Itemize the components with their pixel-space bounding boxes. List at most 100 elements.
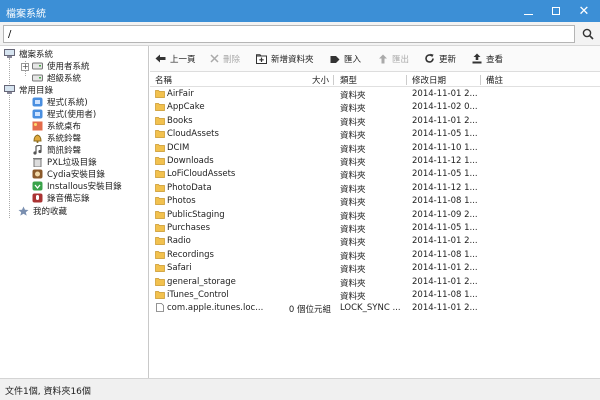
- folder-icon: [155, 183, 165, 192]
- file-date: 2014-11-02 0...: [412, 102, 478, 113]
- file-date: 2014-11-01 2...: [412, 115, 478, 126]
- column-type-header[interactable]: 類型: [340, 74, 357, 86]
- view-button[interactable]: 查看: [472, 52, 503, 65]
- file-date: 2014-11-12 1...: [412, 156, 478, 166]
- toolbar: 上一頁 刪除 新增資料夾 匯入 匯出 更新 查看: [150, 46, 600, 71]
- maximize-button[interactable]: [542, 0, 570, 22]
- tree-item-ringtones[interactable]: 系統鈴聲: [32, 132, 81, 144]
- bell-icon: [33, 134, 42, 143]
- file-row[interactable]: PublicStaging 資料夾 2014-11-09 2...: [150, 208, 600, 222]
- music-note-icon: [33, 145, 42, 155]
- file-row[interactable]: DCIM 資料夾 2014-11-10 1...: [150, 141, 600, 155]
- file-row[interactable]: LoFiCloudAssets 資料夾 2014-11-05 1...: [150, 167, 600, 181]
- folder-icon: [155, 157, 165, 165]
- file-row[interactable]: AirFair 資料夾 2014-11-01 2...: [150, 87, 600, 101]
- close-icon: ✕: [578, 3, 590, 19]
- file-date: 2014-11-05 1...: [412, 169, 478, 180]
- search-icon: [582, 28, 594, 40]
- tree-item-system-apps[interactable]: 程式(系統): [32, 96, 88, 108]
- status-bar: 文件1個, 資料夾16個: [0, 378, 600, 400]
- file-row[interactable]: general_storage 資料夾 2014-11-01 2...: [150, 275, 600, 289]
- file-name: Radio: [167, 236, 191, 247]
- import-button[interactable]: 匯入: [330, 52, 361, 65]
- new-folder-icon: [256, 53, 267, 64]
- file-type: 資料夾: [340, 117, 366, 128]
- file-name: Photos: [167, 196, 196, 207]
- column-name-header[interactable]: 名稱: [155, 74, 172, 86]
- file-name: LoFiCloudAssets: [167, 169, 236, 180]
- computer-icon: [4, 85, 15, 94]
- tree-item-user-apps[interactable]: 程式(使用者): [32, 108, 96, 120]
- file-name: AppCake: [167, 102, 205, 113]
- export-button[interactable]: 匯出: [378, 52, 409, 65]
- file-row[interactable]: Photos 資料夾 2014-11-08 1...: [150, 194, 600, 208]
- new-folder-button[interactable]: 新增資料夾: [256, 52, 314, 65]
- file-row[interactable]: com.apple.itunes.loc... 0 個位元組 LOCK_SYNC .…: [150, 301, 600, 316]
- tree-item-common-folders[interactable]: 常用目錄: [4, 84, 53, 96]
- close-button[interactable]: ✕: [570, 0, 598, 22]
- column-separator[interactable]: [480, 75, 481, 85]
- file-date: 2014-11-05 1...: [412, 129, 478, 140]
- file-row[interactable]: PhotoData 資料夾 2014-11-12 1...: [150, 181, 600, 195]
- file-row[interactable]: Recordings 資料夾 2014-11-08 1...: [150, 248, 600, 262]
- tree-label: 錄音備忘錄: [47, 194, 90, 204]
- back-button[interactable]: 上一頁: [155, 52, 196, 65]
- installous-icon: [32, 181, 43, 191]
- file-row[interactable]: Safari 資料夾 2014-11-01 2...: [150, 261, 600, 275]
- folder-icon: [155, 197, 165, 206]
- delete-x-icon: [210, 54, 219, 63]
- folder-icon: [155, 170, 165, 179]
- export-icon: [379, 54, 387, 63]
- file-row[interactable]: Books 資料夾 2014-11-01 2...: [150, 114, 600, 128]
- file-row[interactable]: iTunes_Control 資料夾 2014-11-08 1...: [150, 288, 600, 302]
- folder-icon: [155, 130, 165, 139]
- file-row[interactable]: Radio 資料夾 2014-11-01 2...: [150, 234, 600, 249]
- tree-label: 系統桌布: [47, 122, 82, 132]
- column-modified-header[interactable]: 修改日期: [412, 74, 446, 86]
- file-row[interactable]: AppCake 資料夾 2014-11-02 0...: [150, 100, 600, 114]
- wallpaper-icon: [32, 121, 43, 131]
- tree-item-voice-memos[interactable]: 錄音備忘錄: [32, 192, 90, 204]
- window-title: 檔案系統: [6, 9, 46, 20]
- delete-button[interactable]: 刪除: [210, 52, 240, 65]
- tree-item-user-system[interactable]: 使用者系統: [32, 60, 90, 72]
- folder-icon: [155, 116, 165, 125]
- tree-item-installous[interactable]: Installous安裝目錄: [32, 180, 122, 192]
- view-label: 查看: [486, 54, 504, 65]
- file-name: Safari: [167, 263, 192, 274]
- file-row[interactable]: Purchases 資料夾 2014-11-05 1...: [150, 221, 600, 235]
- app-icon: [32, 109, 43, 119]
- import-icon: [330, 55, 340, 63]
- file-name: Books: [167, 115, 193, 126]
- file-type: 資料夾: [340, 238, 366, 249]
- file-row[interactable]: CloudAssets 資料夾 2014-11-05 1...: [150, 127, 600, 141]
- column-separator[interactable]: [406, 75, 407, 85]
- tree-item-file-system[interactable]: 檔案系統: [4, 48, 53, 60]
- tree-item-wallpaper[interactable]: 系統桌布: [32, 120, 81, 132]
- path-input[interactable]: [3, 25, 575, 43]
- file-size: 0 個位元組: [288, 305, 331, 316]
- file-row[interactable]: Downloads 資料夾 2014-11-12 1...: [150, 154, 600, 168]
- file-list: AirFair 資料夾 2014-11-01 2... AppCake 資料夾 2014-…: [150, 87, 600, 378]
- column-separator[interactable]: [333, 75, 334, 85]
- refresh-button[interactable]: 更新: [424, 52, 456, 65]
- minimize-button[interactable]: [514, 0, 542, 22]
- file-type: 資料夾: [340, 278, 366, 289]
- tree-expander-plus[interactable]: +: [21, 63, 29, 71]
- drive-icon: [32, 62, 43, 70]
- list-header: 名稱 大小 類型 修改日期 備註: [150, 71, 600, 87]
- file-name: PublicStaging: [167, 209, 225, 220]
- refresh-label: 更新: [439, 54, 457, 65]
- tree-item-favorites[interactable]: 我的收藏: [18, 205, 67, 217]
- file-date: 2014-11-01 2...: [412, 263, 478, 274]
- search-button[interactable]: [578, 25, 597, 43]
- tree-item-root-system[interactable]: 超級系統: [32, 72, 81, 84]
- tree-item-pxl-trash[interactable]: PXL垃圾目錄: [32, 156, 97, 168]
- trash-icon: [33, 158, 42, 167]
- tree-item-cydia[interactable]: Cydia安裝目錄: [32, 168, 105, 180]
- folder-tree: 檔案系統 + 使用者系統 超級系統 常用目錄 程式(系統) 程式(使用者) 系統…: [0, 46, 149, 378]
- column-size-header[interactable]: 大小: [312, 74, 329, 86]
- tree-item-sms-tones[interactable]: 簡訊鈴聲: [32, 144, 81, 156]
- column-note-header[interactable]: 備註: [486, 74, 503, 86]
- delete-label: 刪除: [223, 54, 241, 65]
